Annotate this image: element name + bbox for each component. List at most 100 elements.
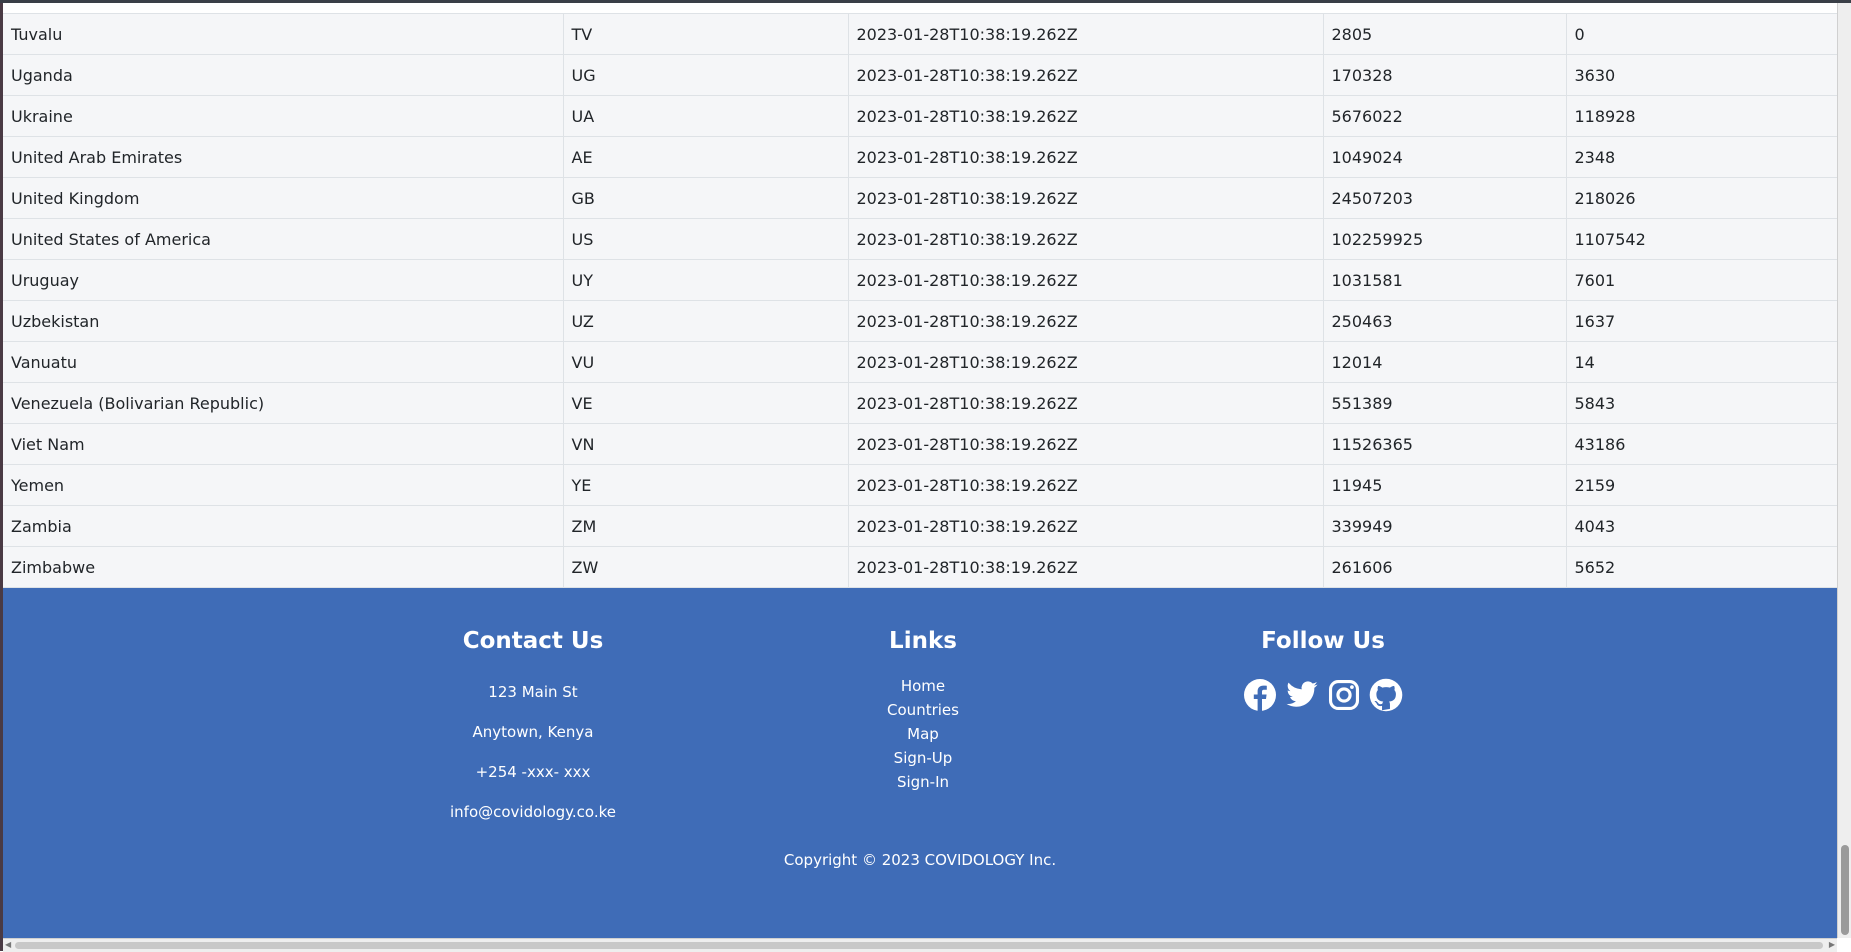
links-title: Links	[889, 628, 957, 654]
contact-address: 123 Main St	[488, 683, 578, 701]
footer-link-home[interactable]: Home	[823, 674, 1023, 698]
cell-code: UY	[563, 259, 849, 301]
cell-country: Venezuela (Bolivarian Republic)	[3, 382, 564, 424]
contact-email: info@covidology.co.ke	[450, 803, 616, 821]
cell-deaths: 218026	[1566, 177, 1837, 219]
cell-confirmed: 339949	[1323, 505, 1567, 547]
countries-table-body: Tuvalu TV 2023-01-28T10:38:19.262Z 2805 0 Uga…	[3, 14, 1837, 588]
cell-deaths: 43186	[1566, 423, 1837, 465]
cell-deaths: 14	[1566, 341, 1837, 383]
cell-deaths: 5843	[1566, 382, 1837, 424]
table-row: Zambia ZM 2023-01-28T10:38:19.262Z 339949 40…	[3, 505, 1837, 547]
footer-link-map[interactable]: Map	[823, 722, 1023, 746]
table-row: United Kingdom GB 2023-01-28T10:38:19.262Z…	[3, 177, 1837, 219]
cell-date: 2023-01-28T10:38:19.262Z	[848, 341, 1324, 383]
follow-title: Follow Us	[1261, 628, 1385, 654]
table-row: United States of America US 2023-01-28T10:…	[3, 218, 1837, 260]
cell-deaths: 118928	[1566, 95, 1837, 137]
contact-phone: +254 -xxx- xxx	[475, 763, 591, 781]
cell-confirmed: 12014	[1323, 341, 1567, 383]
vertical-scrollbar[interactable]	[1837, 3, 1851, 938]
table-row: Uruguay UY 2023-01-28T10:38:19.262Z 1031581…	[3, 259, 1837, 301]
cell-country: Yemen	[3, 464, 564, 506]
cell-country: Uzbekistan	[3, 300, 564, 342]
cell-confirmed: 102259925	[1323, 218, 1567, 260]
table-row: Uganda UG 2023-01-28T10:38:19.262Z 170328 36…	[3, 54, 1837, 96]
table-row: Viet Nam VN 2023-01-28T10:38:19.262Z 115263…	[3, 423, 1837, 465]
table-row: Uzbekistan UZ 2023-01-28T10:38:19.262Z 2504…	[3, 300, 1837, 342]
twitter-icon[interactable]	[1285, 678, 1319, 712]
scroll-left-arrow-icon[interactable]: ◀	[5, 940, 11, 949]
cell-deaths: 5652	[1566, 546, 1837, 588]
horizontal-scrollbar[interactable]: ◀ ▶	[3, 938, 1837, 952]
cell-code: UZ	[563, 300, 849, 342]
cell-deaths: 3630	[1566, 54, 1837, 96]
footer-link-sign-in[interactable]: Sign-In	[823, 770, 1023, 794]
cell-date: 2023-01-28T10:38:19.262Z	[848, 136, 1324, 178]
cell-confirmed: 11945	[1323, 464, 1567, 506]
cell-confirmed: 24507203	[1323, 177, 1567, 219]
cell-date: 2023-01-28T10:38:19.262Z	[848, 95, 1324, 137]
cell-code: UG	[563, 54, 849, 96]
cell-country: Viet Nam	[3, 423, 564, 465]
cell-code: ZM	[563, 505, 849, 547]
table-row: Venezuela (Bolivarian Republic) VE 2023-01…	[3, 382, 1837, 424]
cell-country: Uruguay	[3, 259, 564, 301]
cell-confirmed: 261606	[1323, 546, 1567, 588]
cell-date: 2023-01-28T10:38:19.262Z	[848, 218, 1324, 260]
social-icons	[1223, 678, 1423, 712]
countries-table-wrapper: Tuvalu TV 2023-01-28T10:38:19.262Z 2805 0 Uga…	[3, 13, 1837, 588]
cell-confirmed: 11526365	[1323, 423, 1567, 465]
footer-links-list: Home Countries Map Sign-Up Sign-In	[823, 674, 1023, 794]
site-footer: Contact Us 123 Main St Anytown, Kenya +2…	[3, 588, 1837, 938]
cell-confirmed: 2805	[1323, 14, 1567, 55]
cell-code: UA	[563, 95, 849, 137]
table-row: Ukraine UA 2023-01-28T10:38:19.262Z 5676022…	[3, 95, 1837, 137]
cell-date: 2023-01-28T10:38:19.262Z	[848, 505, 1324, 547]
cell-country: Zimbabwe	[3, 546, 564, 588]
cell-code: AE	[563, 136, 849, 178]
page-content: Tuvalu TV 2023-01-28T10:38:19.262Z 2805 0 Uga…	[3, 3, 1837, 938]
cell-country: Vanuatu	[3, 341, 564, 383]
cell-deaths: 2348	[1566, 136, 1837, 178]
cell-country: Ukraine	[3, 95, 564, 137]
instagram-icon[interactable]	[1327, 678, 1361, 712]
cell-code: YE	[563, 464, 849, 506]
links-section: Links Home Countries Map Sign-Up Sign-In	[823, 628, 1023, 794]
cell-confirmed: 170328	[1323, 54, 1567, 96]
cell-confirmed: 250463	[1323, 300, 1567, 342]
cell-country: Zambia	[3, 505, 564, 547]
cell-deaths: 4043	[1566, 505, 1837, 547]
cell-date: 2023-01-28T10:38:19.262Z	[848, 14, 1324, 55]
countries-table: Tuvalu TV 2023-01-28T10:38:19.262Z 2805 0 Uga…	[3, 14, 1837, 588]
table-row: Yemen YE 2023-01-28T10:38:19.262Z 11945 2159	[3, 464, 1837, 506]
cell-confirmed: 1031581	[1323, 259, 1567, 301]
cell-deaths: 1637	[1566, 300, 1837, 342]
footer-link-countries[interactable]: Countries	[823, 698, 1023, 722]
cell-deaths: 1107542	[1566, 218, 1837, 260]
cell-date: 2023-01-28T10:38:19.262Z	[848, 259, 1324, 301]
cell-deaths: 7601	[1566, 259, 1837, 301]
cell-deaths: 2159	[1566, 464, 1837, 506]
table-row: Zimbabwe ZW 2023-01-28T10:38:19.262Z 261606…	[3, 546, 1837, 588]
contact-section: Contact Us 123 Main St Anytown, Kenya +2…	[383, 628, 683, 832]
facebook-icon[interactable]	[1243, 678, 1277, 712]
cell-code: VN	[563, 423, 849, 465]
cell-country: United Arab Emirates	[3, 136, 564, 178]
vertical-scrollbar-thumb[interactable]	[1841, 845, 1849, 935]
scroll-right-arrow-icon[interactable]: ▶	[1829, 940, 1835, 949]
github-icon[interactable]	[1369, 678, 1403, 712]
cell-country: Tuvalu	[3, 14, 564, 55]
contact-title: Contact Us	[462, 628, 604, 654]
cell-date: 2023-01-28T10:38:19.262Z	[848, 54, 1324, 96]
horizontal-scrollbar-thumb[interactable]	[15, 942, 1823, 949]
follow-section: Follow Us	[1223, 628, 1423, 712]
footer-link-sign-up[interactable]: Sign-Up	[823, 746, 1023, 770]
cell-country: United States of America	[3, 218, 564, 260]
cell-confirmed: 551389	[1323, 382, 1567, 424]
cell-country: United Kingdom	[3, 177, 564, 219]
cell-date: 2023-01-28T10:38:19.262Z	[848, 464, 1324, 506]
cell-code: US	[563, 218, 849, 260]
cell-date: 2023-01-28T10:38:19.262Z	[848, 423, 1324, 465]
cell-confirmed: 5676022	[1323, 95, 1567, 137]
